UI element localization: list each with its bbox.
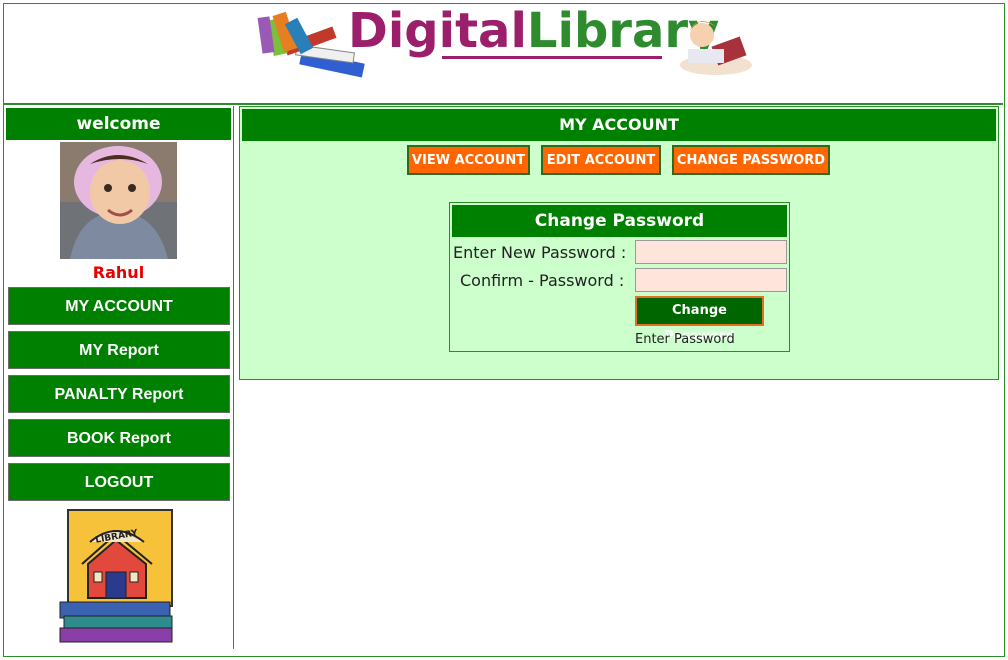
new-password-input[interactable] [635, 240, 787, 264]
change-password-submit-button[interactable]: Change Password [635, 296, 764, 344]
edit-account-button[interactable]: EDIT ACCOUNT [541, 145, 661, 175]
page-title: MY ACCOUNT [242, 109, 996, 141]
logo-word-digital: Digital [348, 3, 527, 59]
sidebar: welcome Rahul MY ACCOUNT MY Report PANAL… [4, 106, 234, 649]
sidebar-item-my-report[interactable]: MY Report [8, 331, 230, 369]
digital-library-logo: DigitalLibrary [256, 3, 752, 85]
sidebar-item-book-report[interactable]: BOOK Report [8, 419, 230, 457]
header: DigitalLibrary [3, 3, 1003, 105]
sidebar-item-my-account[interactable]: MY ACCOUNT [8, 287, 230, 325]
confirm-password-label: Confirm - Password : [460, 271, 625, 290]
logo-title: DigitalLibrary [348, 3, 719, 59]
confirm-password-input[interactable] [635, 268, 787, 292]
view-account-button[interactable]: VIEW ACCOUNT [407, 145, 530, 175]
library-building-icon: LIBRARY [59, 509, 173, 643]
password-hint: Enter Password [635, 332, 735, 347]
sidebar-item-penalty-report[interactable]: PANALTY Report [8, 375, 230, 413]
new-password-label: Enter New Password : [453, 243, 627, 262]
main-panel: MY ACCOUNT VIEW ACCOUNT EDIT ACCOUNT CHA… [239, 106, 999, 380]
change-password-tab-button[interactable]: CHANGE PASSWORD [672, 145, 830, 175]
logo-underline [442, 56, 662, 59]
sidebar-item-logout[interactable]: LOGOUT [8, 463, 230, 501]
change-password-title: Change Password [452, 205, 787, 237]
reading-girl-icon [680, 21, 752, 75]
avatar [60, 142, 177, 259]
username: Rahul [92, 263, 145, 282]
change-password-form: Change Password Enter New Password : Con… [449, 202, 790, 352]
welcome-heading: welcome [6, 108, 231, 140]
